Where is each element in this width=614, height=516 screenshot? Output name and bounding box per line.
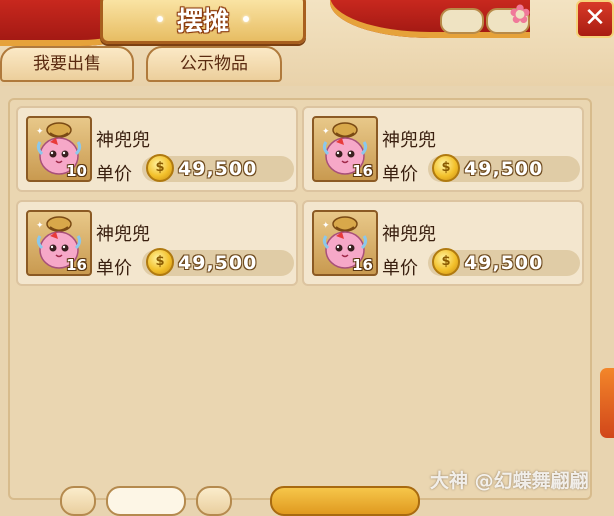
svg-text:✦: ✦ [36, 221, 44, 231]
watermark: 大神 @幻蝶舞翩翩 [430, 470, 589, 492]
window-title: 摆摊 [176, 6, 229, 37]
item-name: 神兜兜 [382, 130, 436, 151]
svg-text:✦: ✦ [322, 127, 330, 137]
item-count: 10 [66, 162, 87, 180]
coin-icon: $ [146, 154, 174, 182]
price-value: 49,500 [178, 252, 258, 274]
item-count: 16 [66, 256, 87, 274]
item-count: 16 [352, 162, 373, 180]
next-page-button[interactable] [196, 486, 232, 516]
tab-sell[interactable]: 我要出售 [0, 46, 134, 82]
item-card[interactable]: ✦ ✦ 16 神兜兜 单价 $ 49,500 [302, 106, 584, 192]
svg-text:✦: ✦ [322, 221, 330, 231]
item-card[interactable]: ✦ ✦ 10 神兜兜 单价 $ 49,500 [16, 106, 298, 192]
price-label: 单价 [96, 258, 132, 279]
dot-ornament [156, 16, 163, 22]
item-icon-frame: ✦ ✦ 16 [312, 210, 378, 276]
item-card[interactable]: ✦ ✦ 16 神兜兜 单价 $ 49,500 [302, 200, 584, 286]
item-icon-frame: ✦ ✦ 16 [26, 210, 92, 276]
item-icon-frame: ✦ ✦ 10 [26, 116, 92, 182]
action-button[interactable] [270, 486, 420, 516]
price-value: 49,500 [464, 252, 544, 274]
price-value: 49,500 [178, 158, 258, 180]
coin-icon: $ [146, 248, 174, 276]
price-label: 单价 [382, 164, 418, 185]
dot-ornament [243, 16, 249, 22]
title-plaque: 摆摊 [100, 0, 306, 44]
item-name: 神兜兜 [382, 224, 436, 245]
top-bar: ✿ 摆摊 ✕ 我要出售 公示物品 [0, 0, 614, 86]
item-icon-frame: ✦ ✦ 16 [312, 116, 378, 182]
scroll-decoration [440, 8, 484, 34]
coin-icon: $ [432, 248, 460, 276]
item-name: 神兜兜 [96, 130, 150, 151]
close-icon: ✕ [584, 3, 606, 33]
price-label: 单价 [96, 164, 132, 185]
item-card[interactable]: ✦ ✦ 16 神兜兜 单价 $ 49,500 [16, 200, 298, 286]
price-value: 49,500 [464, 158, 544, 180]
item-count: 16 [352, 256, 373, 274]
svg-text:✦: ✦ [36, 127, 44, 137]
coin-icon: $ [432, 154, 460, 182]
blossom-icon: ✿ [509, 0, 531, 30]
item-list-panel: ✦ ✦ 10 神兜兜 单价 $ 49,500 ✦ ✦ 16 神兜兜 单价 $ 4… [8, 98, 592, 500]
side-ornament [600, 368, 614, 438]
tab-sell-label: 我要出售 [33, 54, 101, 74]
item-name: 神兜兜 [96, 224, 150, 245]
page-indicator [106, 486, 186, 516]
price-label: 单价 [382, 258, 418, 279]
prev-page-button[interactable] [60, 486, 96, 516]
tab-public-items-label: 公示物品 [180, 54, 248, 74]
tab-public-items[interactable]: 公示物品 [146, 46, 282, 82]
close-button[interactable]: ✕ [576, 0, 614, 38]
